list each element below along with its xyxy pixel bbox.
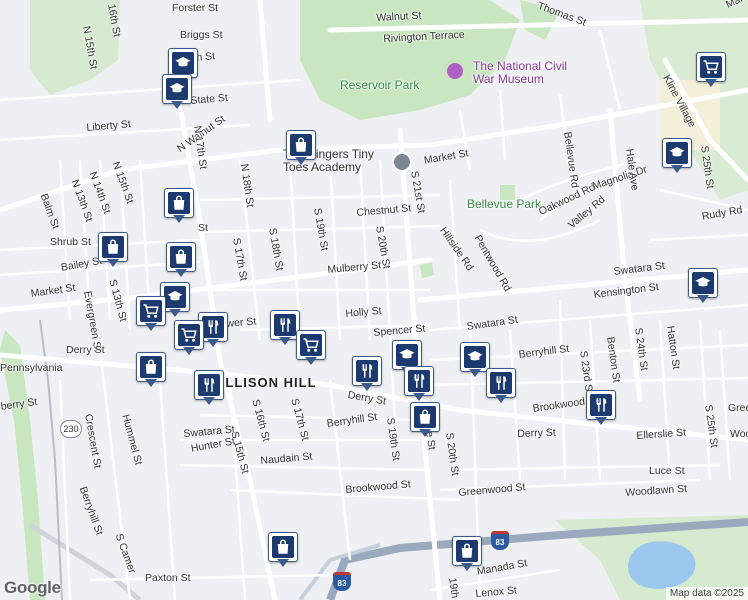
cart-icon xyxy=(178,324,200,346)
shopping-marker-7[interactable] xyxy=(268,532,298,570)
restaurant-marker-7[interactable] xyxy=(586,390,616,428)
museum-label[interactable]: The National Civil War Museum xyxy=(473,60,567,86)
shopping-marker-3[interactable] xyxy=(164,188,194,226)
school-marker-east[interactable] xyxy=(662,138,692,176)
bellevue-park-label[interactable]: Bellevue Park xyxy=(467,197,541,211)
us-230-shield: 230 xyxy=(60,420,82,438)
street-pennsylvania: Pennsylvania xyxy=(0,362,63,374)
shopping-marker-academy[interactable] xyxy=(286,130,316,168)
museum-icon[interactable] xyxy=(447,63,463,79)
restaurant-marker-6[interactable] xyxy=(486,368,516,406)
street-paxton-st: Paxton St xyxy=(145,572,191,584)
shopping-icon xyxy=(140,356,162,378)
shopping-icon xyxy=(272,536,294,558)
restaurant-icon xyxy=(198,374,220,396)
restaurant-icon xyxy=(408,370,430,392)
cart-marker-kline[interactable] xyxy=(696,52,726,90)
restaurant-marker-3[interactable] xyxy=(194,370,224,408)
school-icon xyxy=(464,346,486,368)
shopping-icon xyxy=(414,406,436,428)
reservoir-park-label[interactable]: Reservoir Park xyxy=(340,78,419,92)
cart-marker-1[interactable] xyxy=(136,296,166,334)
street-st-fragment: St xyxy=(198,222,208,234)
cart-icon xyxy=(140,300,162,322)
restaurant-icon xyxy=(202,316,224,338)
school-icon xyxy=(666,142,688,164)
cart-marker-2[interactable] xyxy=(174,320,204,358)
school-icon xyxy=(692,272,714,294)
street-wood-fragment: Wood xyxy=(730,428,748,440)
map-canvas[interactable]: ALLISON HILL Reservoir Park Bellevue Par… xyxy=(0,0,748,600)
restaurant-marker-4[interactable] xyxy=(352,356,382,394)
shopping-icon xyxy=(290,134,312,156)
shopping-icon xyxy=(456,540,478,562)
cart-icon xyxy=(300,334,322,356)
restaurant-icon xyxy=(356,360,378,382)
street-shrub-st: Shrub St xyxy=(50,236,91,248)
school-marker-2[interactable] xyxy=(162,74,192,112)
google-logo: Google xyxy=(4,578,61,597)
school-marker-6[interactable] xyxy=(688,268,718,306)
cart-icon xyxy=(700,56,722,78)
shopping-marker-6[interactable] xyxy=(410,402,440,440)
shopping-marker-4[interactable] xyxy=(166,242,196,280)
restaurant-icon xyxy=(274,314,296,336)
school-icon xyxy=(164,286,186,308)
neighborhood-label: ALLISON HILL xyxy=(215,375,317,390)
restaurant-icon xyxy=(590,394,612,416)
street-briggs-st: Briggs St xyxy=(180,29,223,41)
school-icon xyxy=(166,78,188,100)
cart-marker-3[interactable] xyxy=(296,330,326,368)
shopping-marker-8[interactable] xyxy=(452,536,482,574)
street-derry-st-west: Derry St xyxy=(66,344,105,356)
i-83-shield-east: 83 xyxy=(491,531,509,550)
street-luce-st: Luce St xyxy=(649,465,685,477)
restaurant-marker-5[interactable] xyxy=(404,366,434,404)
shopping-marker-5[interactable] xyxy=(136,352,166,390)
academy-place-icon[interactable] xyxy=(392,152,412,172)
school-icon xyxy=(396,344,418,366)
shopping-marker-stack[interactable] xyxy=(98,232,128,270)
i-83-shield: 83 xyxy=(333,572,351,591)
map-attribution[interactable]: Map data ©2025 xyxy=(665,587,748,600)
restaurant-icon xyxy=(490,372,512,394)
street-walnut-st-north: Walnut St xyxy=(376,9,422,24)
street-derry-st-east: Derry St xyxy=(517,426,556,440)
shopping-icon xyxy=(170,246,192,268)
street-forster-st: Forster St xyxy=(172,2,219,14)
school-icon xyxy=(172,52,194,74)
street-gree-fragment: Gree xyxy=(728,402,748,414)
shopping-icon xyxy=(102,236,124,258)
shopping-icon xyxy=(168,192,190,214)
